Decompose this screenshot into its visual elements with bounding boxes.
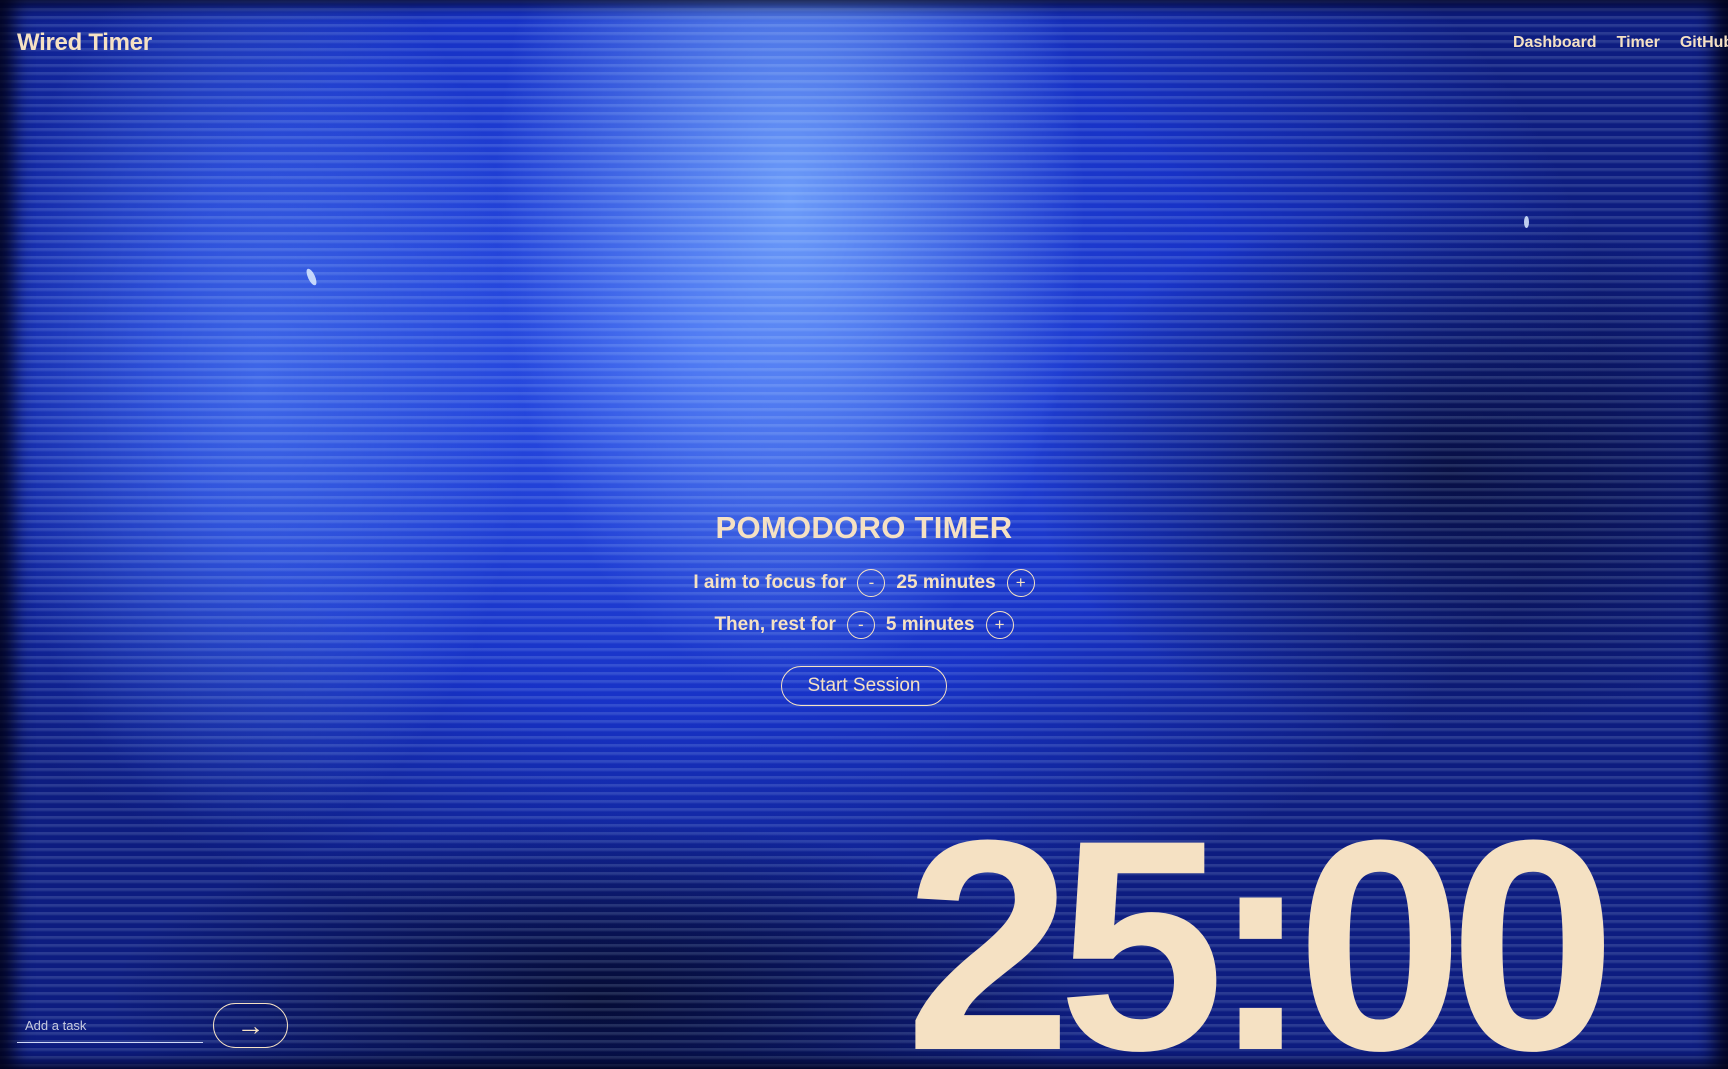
focus-value: 25 minutes	[896, 572, 996, 593]
timer-settings-panel: POMODORO TIMER I aim to focus for - 25 m…	[0, 510, 1728, 706]
arrow-right-icon: →	[236, 1009, 265, 1041]
background-speck	[304, 267, 319, 287]
top-nav: Dashboard Timer GitHub	[1513, 34, 1728, 52]
rest-row: Then, rest for - 5 minutes +	[714, 608, 1014, 642]
nav-github[interactable]: GitHub	[1680, 34, 1728, 52]
focus-row: I aim to focus for - 25 minutes +	[693, 566, 1035, 600]
focus-increment-button[interactable]: +	[1006, 569, 1035, 597]
add-task-button[interactable]: →	[213, 1003, 288, 1048]
background-speck	[1524, 216, 1529, 228]
start-session-button[interactable]: Start Session	[781, 666, 947, 706]
rest-value: 5 minutes	[885, 614, 975, 635]
rest-label: Then, rest for	[714, 614, 836, 635]
nav-dashboard[interactable]: Dashboard	[1513, 34, 1597, 52]
page-title: POMODORO TIMER	[715, 510, 1013, 545]
task-input[interactable]	[17, 1010, 203, 1040]
rest-decrement-button[interactable]: -	[846, 611, 875, 639]
countdown-display: 25:00	[905, 777, 1616, 1069]
rest-increment-button[interactable]: +	[985, 611, 1014, 639]
nav-timer[interactable]: Timer	[1617, 34, 1660, 52]
app-title[interactable]: Wired Timer	[17, 29, 152, 57]
focus-decrement-button[interactable]: -	[857, 569, 886, 597]
task-input-wrapper	[17, 1010, 203, 1043]
focus-label: I aim to focus for	[693, 572, 847, 593]
